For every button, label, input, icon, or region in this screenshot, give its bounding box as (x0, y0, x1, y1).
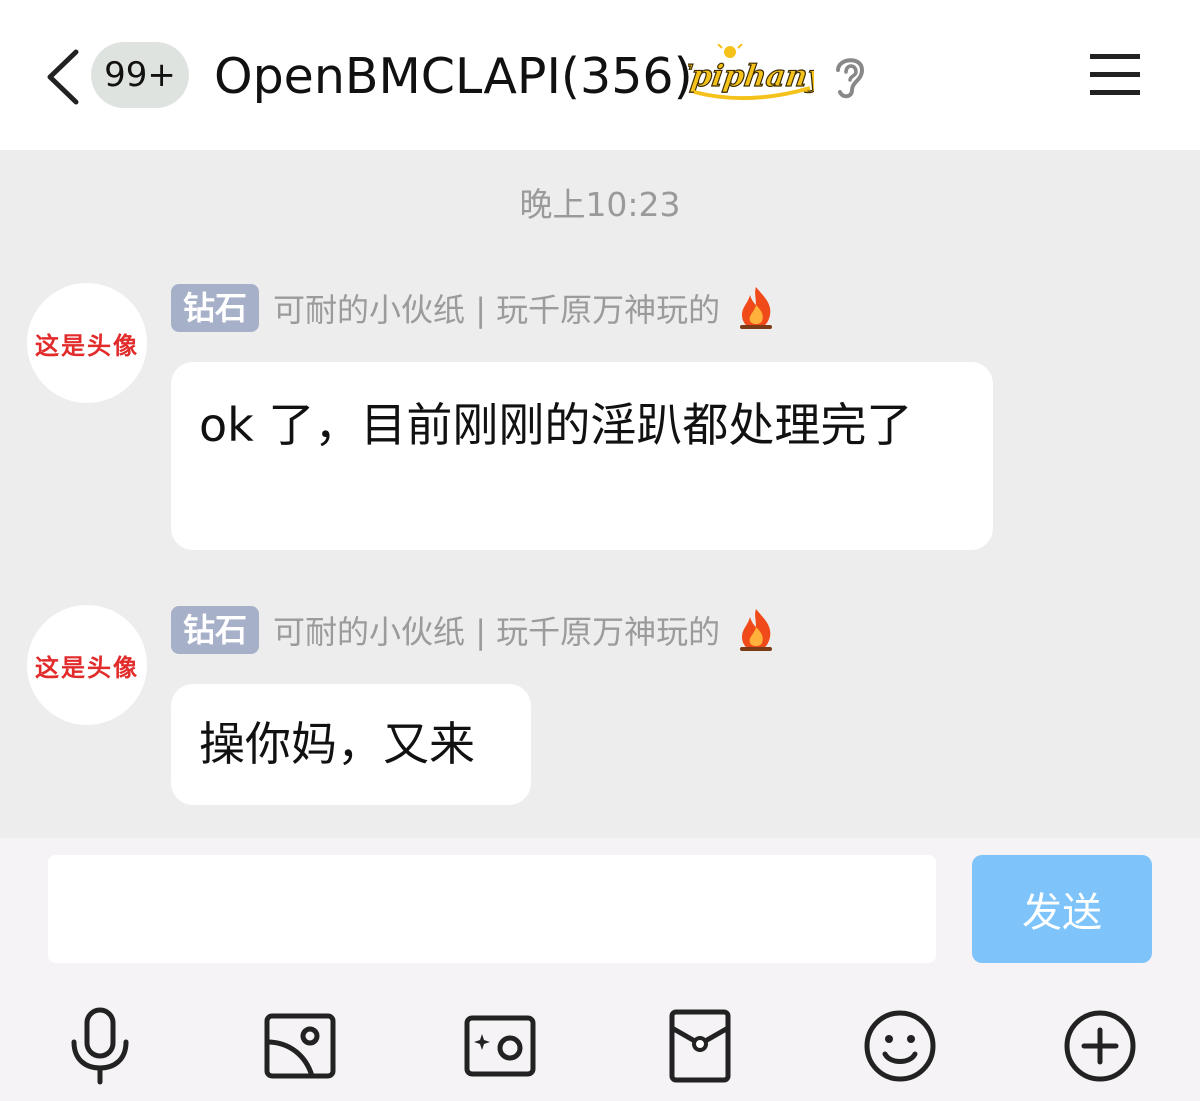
chat-header: 99+ OpenBMCLAPI(356) Epiphany (0, 0, 1200, 150)
plus-icon[interactable] (1060, 1006, 1140, 1086)
message-list[interactable]: 晚上10:23 这是头像 钻石 可耐的小伙纸 | 玩千原万神玩的 ok 了，目前… (0, 150, 1200, 838)
emoji-icon[interactable] (860, 1006, 940, 1086)
sender-name[interactable]: 可耐的小伙纸 | 玩千原万神玩的 (273, 607, 720, 653)
red-packet-icon[interactable] (660, 1006, 740, 1086)
fire-icon (740, 287, 773, 329)
ear-icon[interactable] (830, 52, 870, 100)
fire-icon (740, 609, 773, 651)
svg-text:Epiphany: Epiphany (688, 59, 814, 94)
send-button[interactable]: 发送 (972, 855, 1152, 963)
message-bubble[interactable]: ok 了，目前刚刚的淫趴都处理完了 (171, 362, 993, 550)
rank-badge: 钻石 (171, 606, 260, 654)
microphone-icon[interactable] (60, 1006, 140, 1086)
rank-badge: 钻石 (171, 284, 260, 332)
sender-name[interactable]: 可耐的小伙纸 | 玩千原万神玩的 (273, 285, 720, 331)
menu-icon[interactable] (1088, 52, 1142, 98)
composer: 发送 (0, 838, 1200, 1101)
message-bubble[interactable]: 操你妈，又来 (171, 684, 531, 805)
sender-avatar[interactable]: 这是头像 (27, 605, 147, 725)
epiphany-logo: Epiphany (688, 44, 814, 101)
time-divider: 晚上10:23 (519, 185, 681, 224)
sender-meta: 钻石 可耐的小伙纸 | 玩千原万神玩的 (171, 283, 778, 333)
camera-icon[interactable] (460, 1006, 540, 1086)
message-input[interactable] (48, 855, 936, 963)
image-icon[interactable] (260, 1006, 340, 1086)
sender-avatar[interactable]: 这是头像 (27, 283, 147, 403)
sender-meta: 钻石 可耐的小伙纸 | 玩千原万神玩的 (171, 605, 778, 655)
group-title[interactable]: OpenBMCLAPI(356) (214, 42, 693, 112)
unread-count-badge[interactable]: 99+ (91, 42, 189, 108)
back-chevron-icon[interactable] (38, 42, 88, 112)
